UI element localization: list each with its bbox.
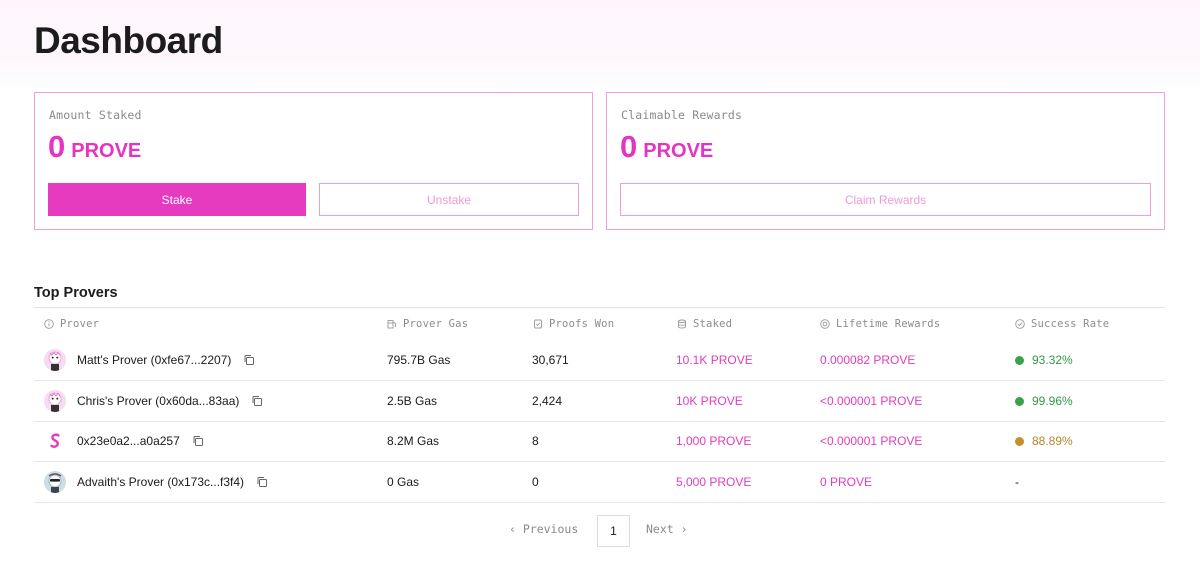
copy-icon[interactable] bbox=[243, 354, 255, 366]
table-row[interactable]: Chris's Prover (0x60da...83aa) 2.5B Gas … bbox=[34, 381, 1165, 422]
claimable-rewards-card: Claimable Rewards 0 PROVE Claim Rewards bbox=[606, 92, 1165, 230]
column-success-rate: Success Rate bbox=[1015, 318, 1109, 330]
database-icon bbox=[678, 319, 686, 329]
amount-staked-card: Amount Staked 0 PROVE Stake Unstake bbox=[34, 92, 593, 230]
info-icon bbox=[44, 319, 54, 329]
previous-page-button[interactable]: ‹ Previous bbox=[509, 522, 578, 536]
next-page-button[interactable]: Next › bbox=[646, 522, 688, 536]
claimable-rewards-unit: PROVE bbox=[643, 140, 714, 162]
prover-gas: 2.5B Gas bbox=[387, 394, 438, 408]
success-rate-value: 99.96% bbox=[1032, 394, 1073, 408]
prover-cell: Matt's Prover (0xfe67...2207) bbox=[34, 340, 255, 380]
gas-pump-icon bbox=[387, 320, 396, 329]
avatar bbox=[44, 390, 66, 412]
document-check-icon bbox=[534, 319, 542, 329]
prover-name[interactable]: Chris's Prover (0x60da...83aa) bbox=[77, 394, 239, 408]
divider bbox=[34, 307, 1165, 308]
top-provers-title: Top Provers bbox=[34, 285, 118, 301]
success-rate: 99.96% bbox=[1015, 381, 1073, 421]
status-dot-icon bbox=[1015, 355, 1024, 365]
column-lifetime-rewards: Lifetime Rewards bbox=[820, 318, 940, 330]
column-prover: Prover bbox=[44, 318, 99, 330]
proofs-won: 2,424 bbox=[532, 394, 563, 408]
proofs-won: 30,671 bbox=[532, 353, 569, 367]
avatar bbox=[44, 471, 66, 493]
success-rate-value: 88.89% bbox=[1032, 434, 1073, 448]
table-row[interactable]: Matt's Prover (0xfe67...2207) 795.7B Gas… bbox=[34, 340, 1165, 381]
amount-staked-unit: PROVE bbox=[71, 140, 142, 162]
table-row[interactable]: 0x23e0a2...a0a257 8.2M Gas 8 1,000 PROVE… bbox=[34, 421, 1165, 462]
succinct-logo-icon bbox=[44, 430, 66, 452]
pagination: ‹ Previous 1 Next › bbox=[0, 515, 1200, 547]
copy-icon[interactable] bbox=[256, 476, 268, 488]
previous-label: Previous bbox=[522, 522, 579, 536]
success-rate: 93.32% bbox=[1015, 340, 1073, 380]
column-prover-gas: Prover Gas bbox=[387, 318, 468, 330]
amount-staked-value: 0 PROVE bbox=[48, 129, 141, 165]
lifetime-rewards: 0.000082 PROVE bbox=[820, 353, 916, 367]
proofs-won: 0 bbox=[532, 475, 539, 489]
lifetime-rewards: 0 PROVE bbox=[820, 475, 873, 489]
lifetime-rewards: <0.000001 PROVE bbox=[820, 434, 923, 448]
chevron-right-icon: › bbox=[673, 522, 688, 536]
column-lifetime-rewards-label: Lifetime Rewards bbox=[836, 318, 941, 330]
staked-amount: 10.1K PROVE bbox=[676, 353, 753, 367]
prover-name[interactable]: 0x23e0a2...a0a257 bbox=[77, 434, 180, 448]
lifetime-rewards: <0.000001 PROVE bbox=[820, 394, 923, 408]
avatar bbox=[44, 349, 66, 371]
prover-name[interactable]: Matt's Prover (0xfe67...2207) bbox=[77, 353, 231, 367]
page-number-button[interactable]: 1 bbox=[597, 515, 630, 547]
success-rate-value: - bbox=[1015, 475, 1019, 489]
copy-icon[interactable] bbox=[192, 435, 204, 447]
column-proofs-won: Proofs Won bbox=[533, 318, 614, 330]
unstake-button[interactable]: Unstake bbox=[319, 183, 579, 216]
status-dot-icon bbox=[1015, 396, 1024, 406]
prover-cell: 0x23e0a2...a0a257 bbox=[34, 421, 204, 461]
success-rate: - bbox=[1015, 462, 1019, 502]
copy-icon[interactable] bbox=[251, 395, 263, 407]
claim-rewards-button[interactable]: Claim Rewards bbox=[620, 183, 1151, 216]
prover-gas: 8.2M Gas bbox=[387, 434, 440, 448]
column-staked-label: Staked bbox=[693, 318, 733, 330]
success-rate-value: 93.32% bbox=[1032, 353, 1073, 367]
prover-gas: 0 Gas bbox=[387, 475, 420, 489]
proofs-won: 8 bbox=[532, 434, 539, 448]
prover-cell: Chris's Prover (0x60da...83aa) bbox=[34, 381, 263, 421]
amount-staked-label: Amount Staked bbox=[49, 108, 142, 122]
stake-button[interactable]: Stake bbox=[48, 183, 306, 216]
coin-icon bbox=[820, 319, 830, 329]
column-proofs-won-label: Proofs Won bbox=[549, 318, 615, 330]
amount-staked-number: 0 bbox=[48, 129, 66, 164]
prover-gas: 795.7B Gas bbox=[387, 353, 451, 367]
prover-name[interactable]: Advaith's Prover (0x173c...f3f4) bbox=[77, 475, 244, 489]
column-prover-label: Prover bbox=[60, 318, 100, 330]
success-rate: 88.89% bbox=[1015, 421, 1073, 461]
chevron-left-icon: ‹ bbox=[509, 522, 523, 536]
column-staked: Staked bbox=[677, 318, 732, 330]
next-label: Next bbox=[646, 522, 674, 536]
claimable-rewards-value: 0 PROVE bbox=[620, 129, 713, 165]
check-circle-icon bbox=[1015, 319, 1025, 329]
status-dot-icon bbox=[1015, 436, 1024, 446]
claimable-rewards-number: 0 bbox=[620, 129, 638, 164]
staked-amount: 5,000 PROVE bbox=[676, 475, 752, 489]
page-title: Dashboard bbox=[34, 20, 223, 61]
column-prover-gas-label: Prover Gas bbox=[403, 318, 469, 330]
claimable-rewards-label: Claimable Rewards bbox=[621, 108, 743, 122]
staked-amount: 10K PROVE bbox=[676, 394, 743, 408]
table-row[interactable]: Advaith's Prover (0x173c...f3f4) 0 Gas 0… bbox=[34, 462, 1165, 503]
column-success-rate-label: Success Rate bbox=[1031, 318, 1110, 330]
prover-cell: Advaith's Prover (0x173c...f3f4) bbox=[34, 462, 268, 502]
staked-amount: 1,000 PROVE bbox=[676, 434, 752, 448]
table-header: Prover Prover Gas Proofs Won Staked Life… bbox=[34, 318, 1165, 336]
